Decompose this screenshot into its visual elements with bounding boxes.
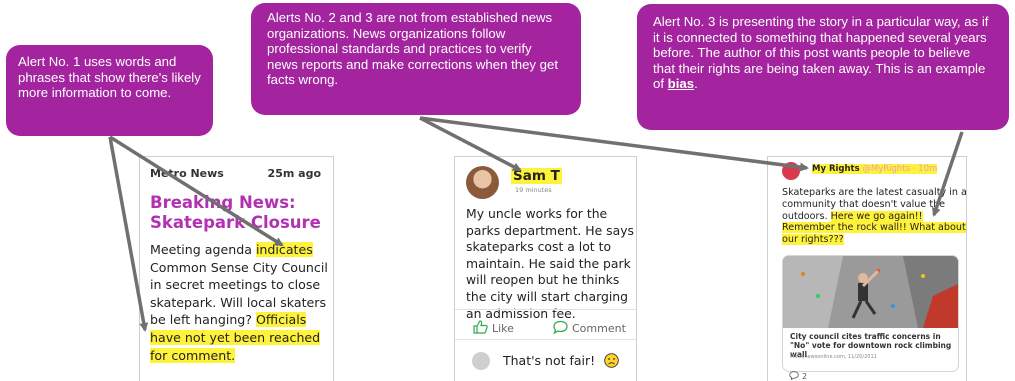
divider [455,339,636,340]
callout-alert-3: Alert No. 3 is presenting the story in a… [637,4,1009,130]
link-source: Metronewsonline.com, 11/20/2011 [790,354,877,360]
highlight-indicates: indicates [255,242,313,257]
news-headline: Breaking News: Skatepark Closure [150,193,321,232]
poster-name: Sam T [511,168,562,184]
divider [455,309,636,310]
callout-alerts-2-3: Alerts No. 2 and 3 are not from establis… [251,3,581,115]
thumbs-up-icon [473,320,488,334]
news-alert-card-1: Metro News 25m ago Breaking News: Skatep… [139,156,334,381]
worried-face-icon [604,353,619,368]
speech-bubble-icon [553,320,568,335]
post-body: My uncle works for the parks department.… [466,206,635,321]
news-body-text-1: Meeting agenda [150,242,256,257]
like-button[interactable]: Like [473,320,514,335]
news-body: Meeting agenda indicates Common Sense Ci… [150,241,330,364]
post-time: 25m ago [267,167,321,180]
rock-climbing-photo [783,256,958,328]
link-preview[interactable]: City council cites traffic concerns in "… [782,255,959,372]
account-logo-icon [782,162,800,180]
reply-text: That's not fair! [503,353,596,368]
callout-alerts-2-3-text: Alerts No. 2 and 3 are not from establis… [267,10,559,87]
callout-alert-3-end: . [694,76,698,91]
post-time: 19 minutes [515,186,552,194]
account-header: My Rights @MyRights · 10m [812,164,938,174]
reply-count[interactable]: 2 [789,371,807,381]
reply-comment: That's not fair! [503,353,619,368]
reply-count-value: 2 [802,372,808,381]
callout-alert-3-text: Alert No. 3 is presenting the story in a… [653,14,989,91]
news-source: Metro News [150,167,224,180]
callout-bias-term: bias [667,76,695,91]
social-post-card-2: Sam T 19 minutes My uncle works for the … [454,156,637,381]
account-name: My Rights [812,164,860,174]
social-post-card-3: My Rights @MyRights · 10m Skateparks are… [767,156,967,381]
comment-button[interactable]: Comment [553,320,626,335]
callout-alert-1-text: Alert No. 1 uses words and phrases that … [18,54,201,100]
post-body: Skateparks are the latest casualty in a … [782,187,966,246]
like-label: Like [492,322,514,335]
avatar [466,166,499,199]
callout-alert-1: Alert No. 1 uses words and phrases that … [6,45,213,136]
reply-avatar [472,352,490,370]
account-handle: @MyRights · 10m [859,164,938,174]
comment-label: Comment [572,322,626,335]
rock-wall-image [783,256,958,328]
